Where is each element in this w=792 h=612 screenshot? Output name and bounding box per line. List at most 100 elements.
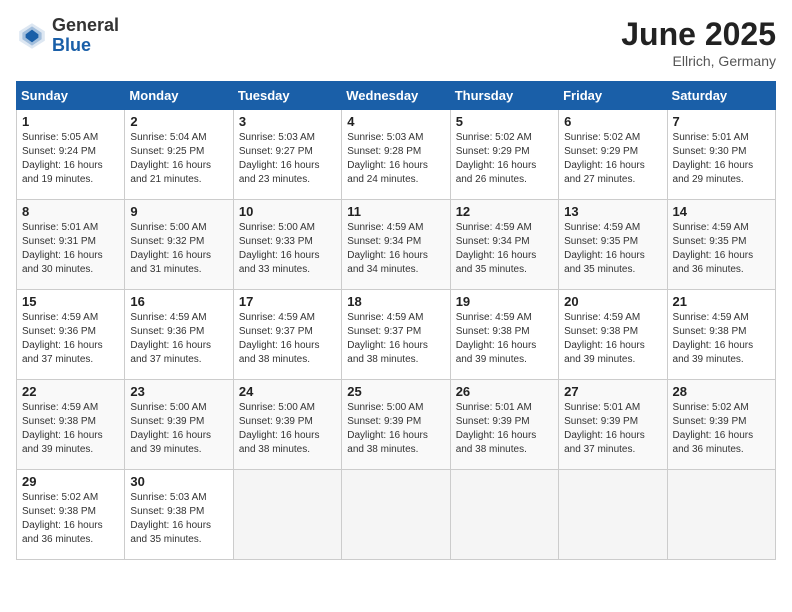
calendar-week-row: 29 Sunrise: 5:02 AMSunset: 9:38 PMDaylig… [17,470,776,560]
day-header-monday: Monday [125,82,233,110]
cell-info: Sunrise: 5:01 AMSunset: 9:39 PMDaylight:… [456,402,537,455]
day-number: 27 [564,384,661,399]
cell-info: Sunrise: 4:59 AMSunset: 9:36 PMDaylight:… [130,312,211,365]
calendar-cell: 7 Sunrise: 5:01 AMSunset: 9:30 PMDayligh… [667,110,775,200]
cell-info: Sunrise: 5:00 AMSunset: 9:39 PMDaylight:… [347,402,428,455]
day-number: 28 [673,384,770,399]
day-number: 12 [456,204,553,219]
day-number: 21 [673,294,770,309]
cell-info: Sunrise: 4:59 AMSunset: 9:38 PMDaylight:… [22,402,103,455]
day-number: 7 [673,114,770,129]
calendar-header-row: SundayMondayTuesdayWednesdayThursdayFrid… [17,82,776,110]
day-number: 16 [130,294,227,309]
calendar-cell: 15 Sunrise: 4:59 AMSunset: 9:36 PMDaylig… [17,290,125,380]
logo-icon [16,20,48,52]
calendar-cell: 28 Sunrise: 5:02 AMSunset: 9:39 PMDaylig… [667,380,775,470]
calendar-table: SundayMondayTuesdayWednesdayThursdayFrid… [16,81,776,560]
calendar-week-row: 15 Sunrise: 4:59 AMSunset: 9:36 PMDaylig… [17,290,776,380]
cell-info: Sunrise: 5:01 AMSunset: 9:30 PMDaylight:… [673,132,754,185]
cell-info: Sunrise: 4:59 AMSunset: 9:34 PMDaylight:… [347,222,428,275]
day-number: 1 [22,114,119,129]
day-number: 8 [22,204,119,219]
day-number: 13 [564,204,661,219]
day-number: 24 [239,384,336,399]
day-number: 2 [130,114,227,129]
calendar-cell: 26 Sunrise: 5:01 AMSunset: 9:39 PMDaylig… [450,380,558,470]
day-number: 25 [347,384,444,399]
day-number: 10 [239,204,336,219]
day-number: 20 [564,294,661,309]
calendar-cell: 22 Sunrise: 4:59 AMSunset: 9:38 PMDaylig… [17,380,125,470]
calendar-cell: 19 Sunrise: 4:59 AMSunset: 9:38 PMDaylig… [450,290,558,380]
cell-info: Sunrise: 5:02 AMSunset: 9:29 PMDaylight:… [564,132,645,185]
day-number: 11 [347,204,444,219]
day-number: 14 [673,204,770,219]
cell-info: Sunrise: 5:03 AMSunset: 9:38 PMDaylight:… [130,492,211,545]
title-block: June 2025 Ellrich, Germany [621,16,776,69]
calendar-cell: 6 Sunrise: 5:02 AMSunset: 9:29 PMDayligh… [559,110,667,200]
calendar-cell: 30 Sunrise: 5:03 AMSunset: 9:38 PMDaylig… [125,470,233,560]
logo-blue: Blue [52,36,119,56]
calendar-cell: 2 Sunrise: 5:04 AMSunset: 9:25 PMDayligh… [125,110,233,200]
calendar-cell: 8 Sunrise: 5:01 AMSunset: 9:31 PMDayligh… [17,200,125,290]
cell-info: Sunrise: 5:03 AMSunset: 9:28 PMDaylight:… [347,132,428,185]
cell-info: Sunrise: 5:02 AMSunset: 9:29 PMDaylight:… [456,132,537,185]
day-number: 18 [347,294,444,309]
calendar-cell: 14 Sunrise: 4:59 AMSunset: 9:35 PMDaylig… [667,200,775,290]
location: Ellrich, Germany [621,53,776,69]
day-number: 4 [347,114,444,129]
calendar-cell: 24 Sunrise: 5:00 AMSunset: 9:39 PMDaylig… [233,380,341,470]
cell-info: Sunrise: 5:00 AMSunset: 9:39 PMDaylight:… [130,402,211,455]
page-header: General Blue June 2025 Ellrich, Germany [16,16,776,69]
day-number: 9 [130,204,227,219]
calendar-cell: 23 Sunrise: 5:00 AMSunset: 9:39 PMDaylig… [125,380,233,470]
day-number: 17 [239,294,336,309]
calendar-week-row: 1 Sunrise: 5:05 AMSunset: 9:24 PMDayligh… [17,110,776,200]
logo-text: General Blue [52,16,119,56]
calendar-cell: 12 Sunrise: 4:59 AMSunset: 9:34 PMDaylig… [450,200,558,290]
cell-info: Sunrise: 5:04 AMSunset: 9:25 PMDaylight:… [130,132,211,185]
calendar-cell: 3 Sunrise: 5:03 AMSunset: 9:27 PMDayligh… [233,110,341,200]
cell-info: Sunrise: 5:02 AMSunset: 9:39 PMDaylight:… [673,402,754,455]
cell-info: Sunrise: 5:05 AMSunset: 9:24 PMDaylight:… [22,132,103,185]
calendar-cell: 17 Sunrise: 4:59 AMSunset: 9:37 PMDaylig… [233,290,341,380]
calendar-cell: 10 Sunrise: 5:00 AMSunset: 9:33 PMDaylig… [233,200,341,290]
calendar-cell: 11 Sunrise: 4:59 AMSunset: 9:34 PMDaylig… [342,200,450,290]
day-number: 26 [456,384,553,399]
day-number: 5 [456,114,553,129]
cell-info: Sunrise: 4:59 AMSunset: 9:34 PMDaylight:… [456,222,537,275]
calendar-cell: 9 Sunrise: 5:00 AMSunset: 9:32 PMDayligh… [125,200,233,290]
calendar-cell: 5 Sunrise: 5:02 AMSunset: 9:29 PMDayligh… [450,110,558,200]
day-number: 15 [22,294,119,309]
calendar-cell: 27 Sunrise: 5:01 AMSunset: 9:39 PMDaylig… [559,380,667,470]
calendar-cell: 20 Sunrise: 4:59 AMSunset: 9:38 PMDaylig… [559,290,667,380]
day-number: 23 [130,384,227,399]
calendar-body: 1 Sunrise: 5:05 AMSunset: 9:24 PMDayligh… [17,110,776,560]
calendar-cell: 29 Sunrise: 5:02 AMSunset: 9:38 PMDaylig… [17,470,125,560]
logo-general: General [52,16,119,36]
calendar-cell: 18 Sunrise: 4:59 AMSunset: 9:37 PMDaylig… [342,290,450,380]
cell-info: Sunrise: 5:00 AMSunset: 9:33 PMDaylight:… [239,222,320,275]
day-header-wednesday: Wednesday [342,82,450,110]
cell-info: Sunrise: 4:59 AMSunset: 9:37 PMDaylight:… [239,312,320,365]
day-header-sunday: Sunday [17,82,125,110]
day-header-thursday: Thursday [450,82,558,110]
calendar-cell [342,470,450,560]
day-header-saturday: Saturday [667,82,775,110]
calendar-cell: 13 Sunrise: 4:59 AMSunset: 9:35 PMDaylig… [559,200,667,290]
cell-info: Sunrise: 4:59 AMSunset: 9:38 PMDaylight:… [564,312,645,365]
cell-info: Sunrise: 4:59 AMSunset: 9:35 PMDaylight:… [564,222,645,275]
cell-info: Sunrise: 4:59 AMSunset: 9:36 PMDaylight:… [22,312,103,365]
day-number: 19 [456,294,553,309]
cell-info: Sunrise: 5:00 AMSunset: 9:32 PMDaylight:… [130,222,211,275]
day-header-friday: Friday [559,82,667,110]
calendar-week-row: 8 Sunrise: 5:01 AMSunset: 9:31 PMDayligh… [17,200,776,290]
calendar-cell: 4 Sunrise: 5:03 AMSunset: 9:28 PMDayligh… [342,110,450,200]
logo: General Blue [16,16,119,56]
cell-info: Sunrise: 5:00 AMSunset: 9:39 PMDaylight:… [239,402,320,455]
cell-info: Sunrise: 5:01 AMSunset: 9:31 PMDaylight:… [22,222,103,275]
day-number: 22 [22,384,119,399]
day-number: 29 [22,474,119,489]
cell-info: Sunrise: 5:02 AMSunset: 9:38 PMDaylight:… [22,492,103,545]
calendar-week-row: 22 Sunrise: 4:59 AMSunset: 9:38 PMDaylig… [17,380,776,470]
